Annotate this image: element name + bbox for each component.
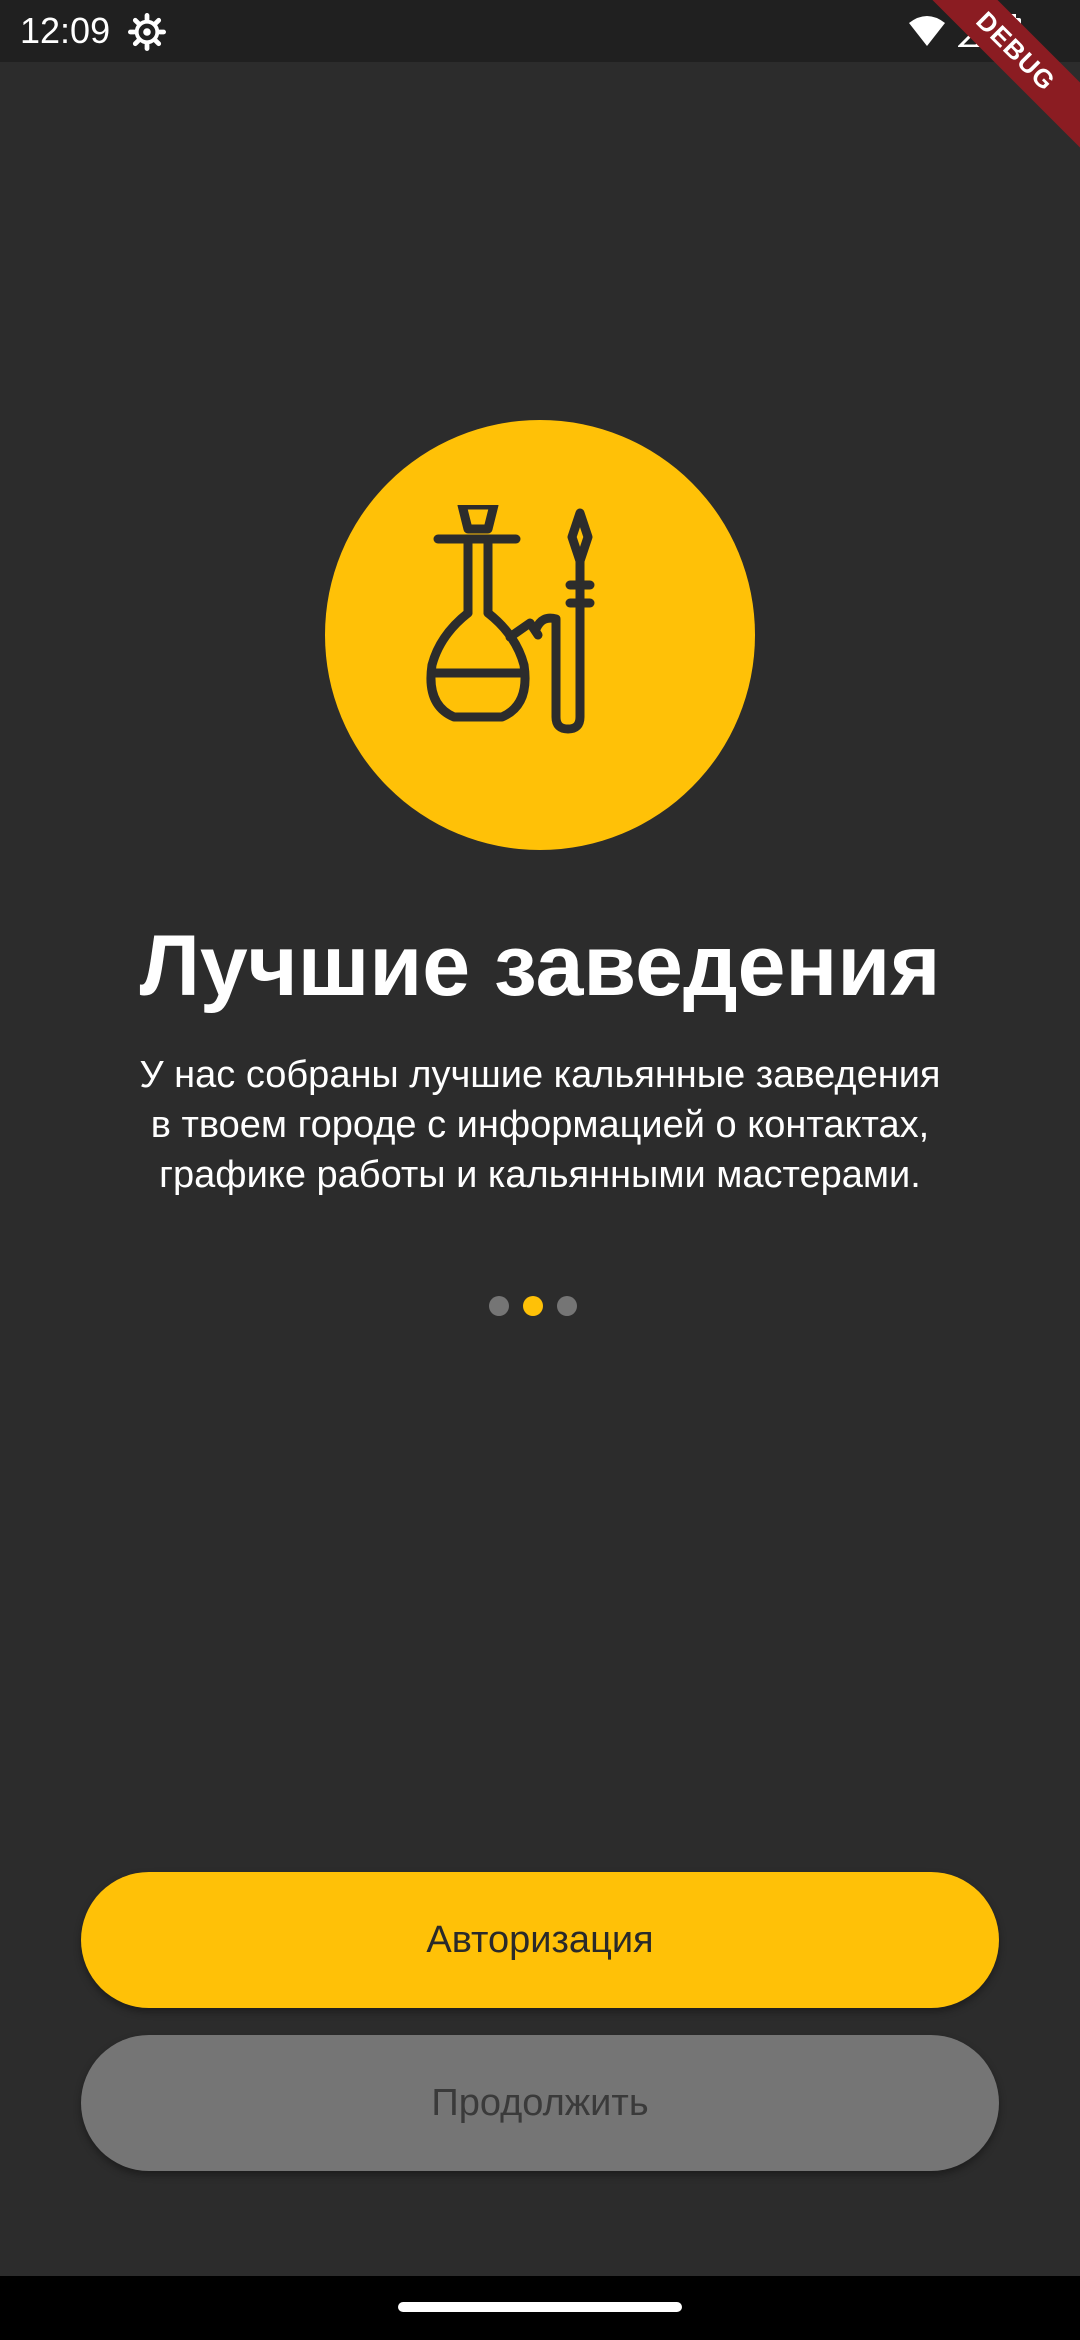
hero-illustration [325, 420, 755, 850]
settings-gear-icon [128, 13, 166, 51]
status-bar: 12:09 [0, 0, 1080, 62]
continue-button-label: Продолжить [431, 2081, 649, 2124]
page-dot [489, 1296, 509, 1316]
status-time: 12:09 [20, 10, 111, 51]
page-description: У нас собраны лучшие кальянные заведения… [139, 1054, 941, 1196]
onboarding-screen: 12:09 DEBUG Лучшие заведения У нас собра… [0, 0, 1080, 2276]
wifi-icon [909, 16, 945, 46]
hookah-icon [426, 505, 595, 734]
page-title: Лучшие заведения [139, 918, 941, 1014]
login-button-label: Авторизация [426, 1918, 654, 1961]
page-indicator [489, 1296, 577, 1316]
login-button[interactable]: Авторизация [81, 1872, 999, 2008]
continue-button[interactable]: Продолжить [81, 2035, 999, 2171]
home-gesture-handle[interactable] [398, 2302, 682, 2312]
page-dot-active [523, 1296, 543, 1316]
page-dot [557, 1296, 577, 1316]
